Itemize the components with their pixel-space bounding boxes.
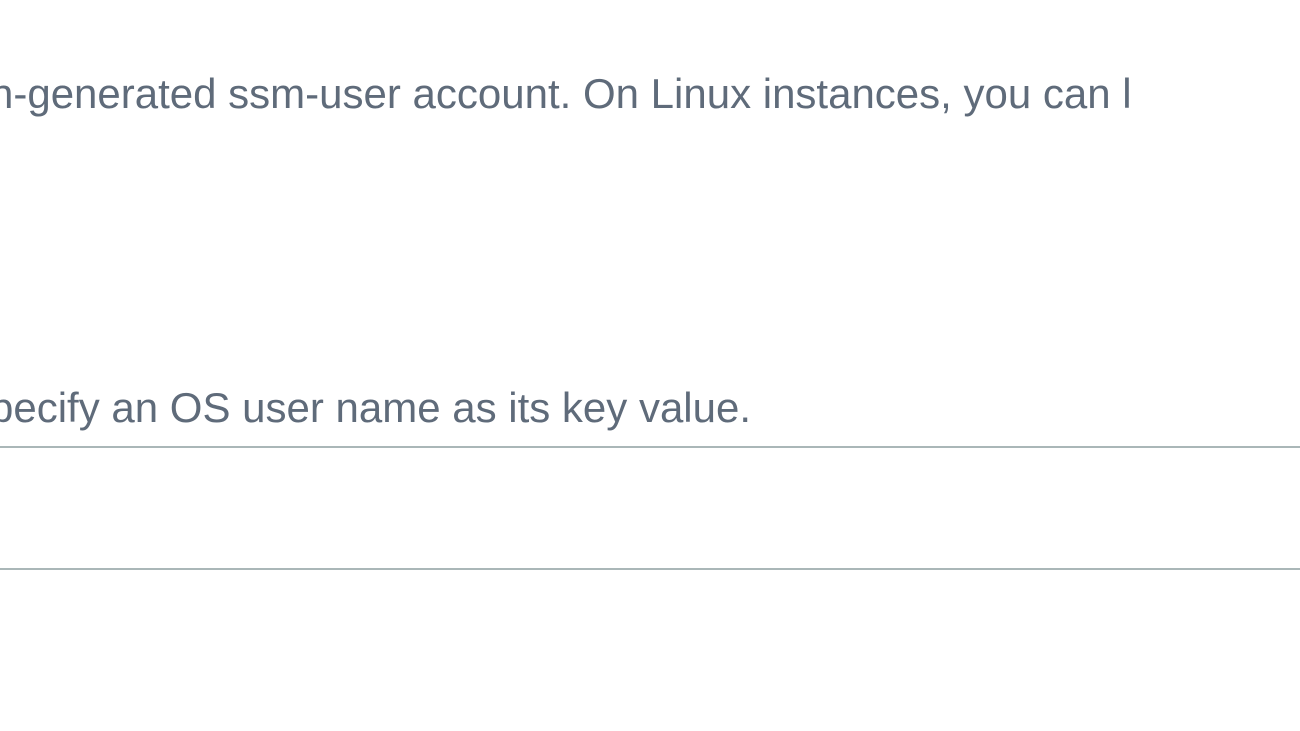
os-user-description-text: n-generated ssm-user account. On Linux i… [0,70,1132,118]
os-user-helper-text: pecify an OS user name as its key value. [0,384,751,432]
os-user-name-input[interactable] [0,446,1300,570]
